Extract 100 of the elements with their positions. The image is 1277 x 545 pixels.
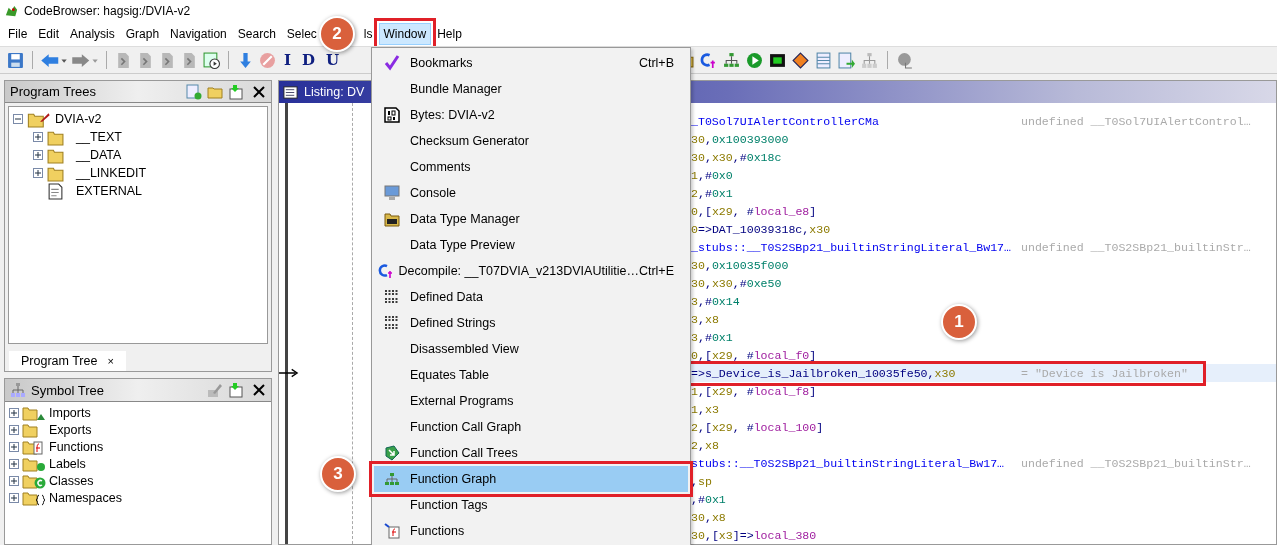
stop-icon[interactable] — [259, 51, 276, 69]
expand-icon[interactable] — [33, 132, 43, 143]
menu-item[interactable]: Selec — [281, 23, 322, 45]
menu-item[interactable]: Function Tags — [374, 492, 688, 518]
page-icon[interactable] — [115, 51, 132, 69]
code-line: 2,#0x1 — [691, 186, 733, 200]
menu-item[interactable]: Bookmarks Ctrl+B — [374, 50, 688, 76]
tree-item[interactable]: Classes — [49, 473, 94, 488]
menu-item[interactable]: Function Call Trees — [374, 440, 688, 466]
decompiler-icon[interactable] — [700, 51, 718, 69]
tree-item[interactable]: Exports — [49, 422, 92, 437]
menu-item[interactable]: Function Call Graph — [374, 414, 688, 440]
tree-item[interactable]: __TEXT — [76, 130, 122, 145]
play-icon[interactable] — [746, 51, 764, 69]
toolbar-button[interactable]: D — [298, 51, 320, 69]
table-arrow-icon[interactable] — [838, 51, 856, 69]
shortcut-label: Ctrl+B — [638, 56, 675, 70]
expand-icon[interactable] — [33, 168, 43, 179]
menu-item[interactable]: Checksum Generator — [374, 128, 688, 154]
binary-data-icon — [384, 289, 400, 305]
menu-item[interactable]: Bundle Manager — [374, 76, 688, 102]
close-icon[interactable] — [253, 384, 265, 396]
code-line: _stubs::__T0S2SBp21_builtinStringLiteral_Bw17… — [691, 240, 1012, 254]
run-page-icon[interactable] — [203, 51, 220, 69]
menu-item[interactable]: External Programs — [374, 388, 688, 414]
shortcut-label: Ctrl+E — [638, 264, 675, 278]
expand-icon[interactable] — [9, 424, 19, 435]
hierarchy-icon — [384, 471, 400, 487]
back-arrow-icon[interactable] — [40, 51, 68, 69]
menu-item[interactable]: Comments — [374, 154, 688, 180]
menu-item[interactable]: Graph — [120, 23, 165, 45]
table-arrow-icon[interactable] — [228, 83, 244, 100]
menu-item[interactable]: ls — [358, 23, 378, 45]
window-title: CodeBrowser: hagsig:/DVIA-v2 — [24, 4, 191, 18]
new-tree-icon[interactable] — [186, 83, 202, 100]
code-line: 30,0x10035f000 — [691, 258, 789, 272]
code-comment: = "Device is Jailbroken" — [1021, 366, 1188, 380]
listing-icon — [283, 84, 298, 100]
menu-item[interactable]: Data Type Manager — [374, 206, 688, 232]
menu-item[interactable]: Defined Data — [374, 284, 688, 310]
code-line: 2,[x29, #local_100] — [691, 420, 824, 434]
code-line: 3,#0x1 — [691, 330, 733, 344]
menu-item[interactable]: Defined Strings — [374, 310, 688, 336]
save-icon[interactable] — [7, 51, 24, 69]
code-line: 1,x3 — [691, 402, 719, 416]
toolbar-button[interactable]: I — [280, 51, 296, 69]
tab-close-button[interactable]: × — [107, 355, 114, 367]
expand-icon[interactable] — [9, 475, 19, 486]
menu-item[interactable]: Help — [432, 23, 467, 45]
page-icon[interactable] — [137, 51, 154, 69]
menu-item[interactable]: Disassembled View — [374, 336, 688, 362]
chip-icon[interactable] — [769, 51, 787, 69]
table-icon[interactable] — [815, 51, 833, 69]
code-line: 0=>DAT_10039318c,x30 — [691, 222, 831, 236]
expand-icon[interactable] — [9, 407, 19, 418]
diamond-icon[interactable] — [792, 51, 810, 69]
tree-item[interactable]: EXTERNAL — [76, 184, 142, 199]
expand-icon[interactable] — [9, 492, 19, 503]
menu-item[interactable]: Equates Table — [374, 362, 688, 388]
expand-icon[interactable] — [9, 441, 19, 452]
folder-icon — [384, 211, 400, 227]
disc-icon[interactable] — [897, 51, 915, 69]
code-line: 2,x8 — [691, 438, 719, 452]
tree-arrow-icon — [384, 445, 400, 461]
menu-item[interactable]: File — [3, 23, 33, 45]
binary-icon — [384, 107, 400, 123]
expand-icon[interactable] — [9, 458, 19, 469]
hierarchy-icon[interactable] — [723, 51, 741, 69]
table-arrow-icon[interactable] — [228, 382, 244, 398]
tree-item[interactable]: __DATA — [76, 148, 122, 163]
pen-icon[interactable] — [207, 382, 223, 398]
menu-item[interactable]: Search — [232, 23, 281, 45]
menu-item[interactable]: Functions — [374, 518, 688, 544]
menu-item[interactable]: Decompile: __T07DVIA_v213DVIAUtilitie…Ctrl+E — [374, 258, 688, 284]
folder-icon — [22, 489, 46, 506]
panel-tab[interactable]: Program Tree × — [9, 351, 126, 371]
page-icon[interactable] — [159, 51, 176, 69]
tree-item[interactable]: Functions — [49, 439, 104, 454]
toolbar-button[interactable]: U — [322, 51, 344, 69]
collapse-icon[interactable] — [13, 114, 23, 125]
menu-item[interactable]: Edit — [33, 23, 65, 45]
menu-item[interactable]: Data Type Preview — [374, 232, 688, 258]
code-line: 3,#0x14 — [691, 294, 740, 308]
tree-item[interactable]: Imports — [49, 405, 91, 420]
code-line: 30,0x100393000 — [691, 132, 789, 146]
tree-item[interactable]: Labels — [49, 456, 86, 471]
checkmark-icon — [384, 55, 400, 71]
tab-label[interactable]: Program Tree — [21, 354, 98, 368]
expand-icon[interactable] — [33, 150, 43, 161]
tree-item[interactable]: __LINKEDIT — [76, 166, 147, 181]
tree-item[interactable]: Namespaces — [49, 490, 122, 505]
tree-icon[interactable] — [861, 51, 879, 69]
menu-item[interactable]: Console — [374, 180, 688, 206]
page-icon[interactable] — [181, 51, 198, 69]
arrow-icon — [279, 368, 299, 378]
menu-item[interactable]: Analysis — [65, 23, 120, 45]
menu-item[interactable]: Bytes: DVIA-v2 — [374, 102, 688, 128]
menu-item[interactable]: Navigation — [165, 23, 232, 45]
close-icon[interactable] — [253, 85, 265, 98]
tree-item[interactable]: DVIA-v2 — [55, 112, 102, 127]
